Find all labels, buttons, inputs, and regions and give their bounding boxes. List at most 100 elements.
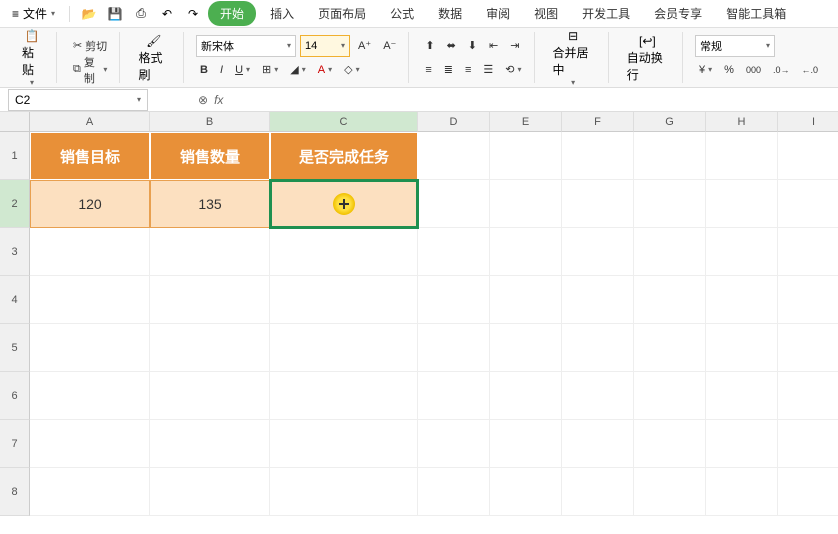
tab-data[interactable]: 数据 — [428, 1, 472, 26]
open-icon[interactable]: 📂 — [78, 3, 100, 25]
cell-d7[interactable] — [418, 420, 490, 468]
underline-button[interactable]: U▾ — [231, 62, 254, 78]
cell-i5[interactable] — [778, 324, 838, 372]
cell-f4[interactable] — [562, 276, 634, 324]
comma-button[interactable]: 000 — [742, 63, 765, 77]
row-header-6[interactable]: 6 — [0, 372, 30, 420]
col-header-c[interactable]: C — [270, 112, 418, 132]
row-header-1[interactable]: 1 — [0, 132, 30, 180]
copy-button[interactable]: ⧉ 复制 ▾ — [69, 52, 111, 88]
cell-b2[interactable]: 135 — [150, 180, 270, 228]
cell-c1[interactable]: 是否完成任务 — [270, 132, 418, 180]
cell-g6[interactable] — [634, 372, 706, 420]
orientation-button[interactable]: ⟲▾ — [501, 61, 525, 78]
increase-indent-button[interactable]: ⇥ — [506, 37, 523, 54]
cell-g8[interactable] — [634, 468, 706, 516]
percent-button[interactable]: % — [720, 62, 738, 78]
italic-button[interactable]: I — [216, 62, 227, 78]
font-size-select[interactable]: 14 ▾ — [300, 35, 350, 57]
cell-c2[interactable] — [270, 180, 418, 228]
fx-icon[interactable]: fx — [214, 93, 223, 107]
select-all-corner[interactable] — [0, 112, 30, 132]
cell-a2[interactable]: 120 — [30, 180, 150, 228]
align-right-button[interactable]: ≡ — [461, 62, 475, 78]
cell-a6[interactable] — [30, 372, 150, 420]
tab-formula[interactable]: 公式 — [380, 1, 424, 26]
cell-c3[interactable] — [270, 228, 418, 276]
cell-a7[interactable] — [30, 420, 150, 468]
tab-start[interactable]: 开始 — [208, 1, 256, 26]
cell-d3[interactable] — [418, 228, 490, 276]
cell-h6[interactable] — [706, 372, 778, 420]
align-top-button[interactable]: ⬆ — [421, 37, 438, 54]
formula-bar[interactable] — [229, 91, 729, 109]
row-header-2[interactable]: 2 — [0, 180, 30, 228]
cell-c8[interactable] — [270, 468, 418, 516]
font-color-button[interactable]: A▾ — [314, 62, 336, 78]
justify-button[interactable]: ☰ — [479, 61, 497, 78]
cancel-formula-icon[interactable]: ⊗ — [198, 93, 208, 107]
cell-g7[interactable] — [634, 420, 706, 468]
cell-d1[interactable] — [418, 132, 490, 180]
cell-i4[interactable] — [778, 276, 838, 324]
row-header-4[interactable]: 4 — [0, 276, 30, 324]
cell-f5[interactable] — [562, 324, 634, 372]
cell-a1[interactable]: 销售目标 — [30, 132, 150, 180]
cell-f2[interactable] — [562, 180, 634, 228]
cell-e3[interactable] — [490, 228, 562, 276]
fill-color-button[interactable]: ◢▾ — [286, 61, 309, 78]
tab-insert[interactable]: 插入 — [260, 1, 304, 26]
cell-h8[interactable] — [706, 468, 778, 516]
cell-h1[interactable] — [706, 132, 778, 180]
border-button[interactable]: ⊞▾ — [258, 61, 282, 78]
undo-icon[interactable]: ↶ — [156, 3, 178, 25]
cell-d6[interactable] — [418, 372, 490, 420]
cell-b1[interactable]: 销售数量 — [150, 132, 270, 180]
name-box[interactable]: C2 ▾ — [8, 89, 148, 111]
tab-view[interactable]: 视图 — [524, 1, 568, 26]
cell-h7[interactable] — [706, 420, 778, 468]
col-header-d[interactable]: D — [418, 112, 490, 132]
cell-f3[interactable] — [562, 228, 634, 276]
spreadsheet-grid[interactable]: 1 2 3 4 5 6 7 8 A B C D E F G H I 销售目标 销… — [0, 112, 838, 516]
number-format-select[interactable]: 常规 ▾ — [695, 35, 775, 57]
col-header-e[interactable]: E — [490, 112, 562, 132]
cell-e8[interactable] — [490, 468, 562, 516]
col-header-h[interactable]: H — [706, 112, 778, 132]
cell-b6[interactable] — [150, 372, 270, 420]
cell-b3[interactable] — [150, 228, 270, 276]
cell-b5[interactable] — [150, 324, 270, 372]
cell-a5[interactable] — [30, 324, 150, 372]
cell-c4[interactable] — [270, 276, 418, 324]
decrease-decimal-button[interactable]: ←.0 — [798, 63, 823, 77]
font-name-select[interactable]: 新宋体 ▾ — [196, 35, 296, 57]
cell-i8[interactable] — [778, 468, 838, 516]
cell-d5[interactable] — [418, 324, 490, 372]
cell-c7[interactable] — [270, 420, 418, 468]
cell-i3[interactable] — [778, 228, 838, 276]
cell-f6[interactable] — [562, 372, 634, 420]
tab-smart-tools[interactable]: 智能工具箱 — [716, 1, 796, 26]
row-header-3[interactable]: 3 — [0, 228, 30, 276]
currency-button[interactable]: ¥▾ — [695, 62, 716, 78]
cell-e5[interactable] — [490, 324, 562, 372]
cell-i6[interactable] — [778, 372, 838, 420]
cell-c6[interactable] — [270, 372, 418, 420]
cell-f7[interactable] — [562, 420, 634, 468]
cell-a4[interactable] — [30, 276, 150, 324]
cell-i2[interactable] — [778, 180, 838, 228]
merge-center-button[interactable]: ⊟ 合并居中 ▾ — [547, 28, 600, 87]
col-header-b[interactable]: B — [150, 112, 270, 132]
decrease-indent-button[interactable]: ⇤ — [485, 37, 502, 54]
cell-h3[interactable] — [706, 228, 778, 276]
cell-b4[interactable] — [150, 276, 270, 324]
cell-h5[interactable] — [706, 324, 778, 372]
cell-d4[interactable] — [418, 276, 490, 324]
cell-g4[interactable] — [634, 276, 706, 324]
cell-a3[interactable] — [30, 228, 150, 276]
wrap-text-button[interactable]: [↩] 自动换行 — [621, 33, 674, 83]
redo-icon[interactable]: ↷ — [182, 3, 204, 25]
cell-h2[interactable] — [706, 180, 778, 228]
cell-d2[interactable] — [418, 180, 490, 228]
col-header-f[interactable]: F — [562, 112, 634, 132]
